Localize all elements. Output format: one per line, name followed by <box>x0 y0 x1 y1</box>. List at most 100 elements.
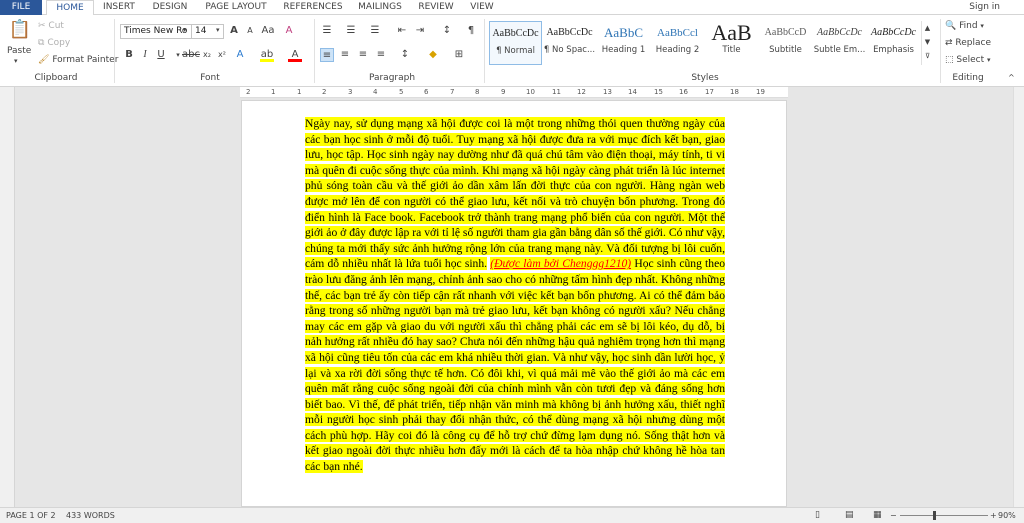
ruler-number: 5 <box>399 88 404 96</box>
font-name-chevron-icon[interactable]: ▾ <box>183 26 187 34</box>
status-bar: PAGE 1 OF 2 433 WORDS ▯ ▤ ▦ − + 90% <box>0 507 1024 523</box>
style-subtitle[interactable]: AaBbCcD Subtitle <box>759 21 812 65</box>
style-name: Subtle Em... <box>813 45 866 55</box>
tab-view[interactable]: VIEW <box>464 0 500 15</box>
change-case-icon[interactable]: Aa <box>261 24 275 38</box>
highlight-color-icon[interactable]: ab <box>260 48 274 62</box>
word-count[interactable]: 433 WORDS <box>66 508 115 523</box>
tab-mailings[interactable]: MAILINGS <box>353 0 407 15</box>
web-layout-icon[interactable]: ▦ <box>873 508 882 523</box>
subscript-icon[interactable]: x₂ <box>200 48 214 62</box>
tab-page-layout[interactable]: PAGE LAYOUT <box>200 0 272 15</box>
justify-icon[interactable]: ≡ <box>374 48 388 62</box>
underline-icon[interactable]: U <box>154 48 168 62</box>
shrink-font-icon[interactable]: A <box>243 24 257 38</box>
show-formatting-icon[interactable]: ¶ <box>464 24 478 38</box>
vertical-scrollbar[interactable] <box>1013 87 1024 507</box>
grow-font-icon[interactable]: A <box>227 24 241 38</box>
ruler-number: 2 <box>246 88 251 96</box>
credit-link[interactable]: (Được làm bởi Chenggg1210) <box>490 257 632 271</box>
font-color-icon[interactable]: A <box>288 48 302 62</box>
paste-button[interactable]: Paste <box>7 46 31 56</box>
group-divider <box>314 19 315 83</box>
find-button[interactable]: 🔍 Find ▾ <box>945 21 984 31</box>
print-layout-icon[interactable]: ▤ <box>845 508 854 523</box>
align-right-icon[interactable]: ≡ <box>356 48 370 62</box>
ruler-number: 4 <box>373 88 378 96</box>
ruler-number: 8 <box>475 88 480 96</box>
paste-dropdown-chevron-icon[interactable]: ▾ <box>14 57 18 65</box>
style-normal[interactable]: AaBbCcDc ¶ Normal <box>489 21 542 65</box>
ruler-number: 11 <box>552 88 561 96</box>
strikethrough-icon[interactable]: abc <box>182 48 200 62</box>
document-page[interactable]: Ngày nay, sử dụng mạng xã hội được coi l… <box>241 100 787 507</box>
style-heading-1[interactable]: AaBbC Heading 1 <box>597 21 650 65</box>
ruler-number: 12 <box>577 88 586 96</box>
style-name: Subtitle <box>769 45 802 55</box>
tab-file[interactable]: FILE <box>0 0 42 15</box>
tab-references[interactable]: REFERENCES <box>280 0 346 15</box>
horizontal-ruler[interactable]: 2 1 1 2 3 4 5 6 7 8 9 10 11 12 13 14 15 16 17 18 19 <box>240 87 788 98</box>
style-emphasis[interactable]: AaBbCcDc Emphasis <box>867 21 920 65</box>
collapse-ribbon-icon[interactable]: ^ <box>1008 73 1015 82</box>
shading-icon[interactable]: ◆ <box>426 48 440 62</box>
search-icon: 🔍 <box>945 21 957 31</box>
multilevel-list-icon[interactable]: ☰ <box>368 24 382 38</box>
sign-in-link[interactable]: Sign in <box>969 0 1000 14</box>
italic-icon[interactable]: I <box>138 48 152 62</box>
chevron-down-icon: ▾ <box>987 56 991 64</box>
borders-icon[interactable]: ⊞ <box>452 48 466 62</box>
format-painter-label: Format Painter <box>52 55 119 65</box>
sort-icon[interactable]: ↕ <box>440 24 454 38</box>
select-label: Select <box>956 55 985 65</box>
read-mode-icon[interactable]: ▯ <box>815 508 820 523</box>
styles-group-label: Styles <box>691 73 719 83</box>
zoom-slider-thumb[interactable] <box>933 511 936 520</box>
copy-label: Copy <box>47 38 71 48</box>
style-preview: AaB <box>711 21 752 45</box>
tab-review[interactable]: REVIEW <box>414 0 458 15</box>
copy-icon: ⧉ <box>38 38 45 48</box>
align-left-icon[interactable]: ≡ <box>320 48 334 62</box>
zoom-out-icon[interactable]: − <box>890 508 897 523</box>
font-name-box[interactable]: Times New Ro <box>120 24 192 39</box>
replace-button[interactable]: ⇄ Replace <box>945 38 991 48</box>
clear-formatting-icon[interactable]: A <box>282 24 296 38</box>
align-center-icon[interactable]: ≡ <box>338 48 352 62</box>
text-effects-icon[interactable]: A <box>233 48 247 62</box>
styles-scroll-icon[interactable]: ▲ ▼ ⊽ <box>921 21 933 65</box>
style-subtle-emphasis[interactable]: AaBbCcDc Subtle Em... <box>813 21 866 65</box>
style-title[interactable]: AaB Title <box>705 21 758 65</box>
style-name: ¶ Normal <box>496 46 535 56</box>
line-spacing-icon[interactable]: ↕ <box>398 48 412 62</box>
clipboard-group-label: Clipboard <box>34 73 78 83</box>
select-button[interactable]: ⬚ Select ▾ <box>945 55 991 65</box>
font-size-chevron-icon[interactable]: ▾ <box>216 26 220 34</box>
tab-home[interactable]: HOME <box>46 0 94 16</box>
bold-icon[interactable]: B <box>122 48 136 62</box>
superscript-icon[interactable]: x² <box>215 48 229 62</box>
group-divider <box>484 19 485 83</box>
style-preview: AaBbCcD <box>764 27 807 38</box>
zoom-level[interactable]: 90% <box>998 508 1016 523</box>
tab-insert[interactable]: INSERT <box>98 0 140 15</box>
style-preview: AaBbCcl <box>657 27 698 39</box>
ruler-number: 17 <box>705 88 714 96</box>
style-no-spacing[interactable]: AaBbCcDc ¶ No Spac... <box>543 21 596 65</box>
format-painter-button[interactable]: 🖌 Format Painter <box>38 55 118 65</box>
decrease-indent-icon[interactable]: ⇤ <box>395 24 409 38</box>
cut-button[interactable]: ✂ Cut <box>38 21 64 31</box>
document-body[interactable]: Ngày nay, sử dụng mạng xã hội được coi l… <box>305 116 726 475</box>
page-count[interactable]: PAGE 1 OF 2 <box>6 508 56 523</box>
zoom-in-icon[interactable]: + <box>990 508 997 523</box>
increase-indent-icon[interactable]: ⇥ <box>413 24 427 38</box>
copy-button[interactable]: ⧉ Copy <box>38 38 70 48</box>
replace-icon: ⇄ <box>945 38 953 48</box>
bullets-icon[interactable]: ☰ <box>320 24 334 38</box>
tab-design[interactable]: DESIGN <box>148 0 192 15</box>
style-heading-2[interactable]: AaBbCcl Heading 2 <box>651 21 704 65</box>
zoom-slider[interactable] <box>900 515 988 516</box>
numbering-icon[interactable]: ☰ <box>344 24 358 38</box>
style-preview: AaBbCcDc <box>546 27 593 38</box>
ruler-number: 7 <box>450 88 455 96</box>
